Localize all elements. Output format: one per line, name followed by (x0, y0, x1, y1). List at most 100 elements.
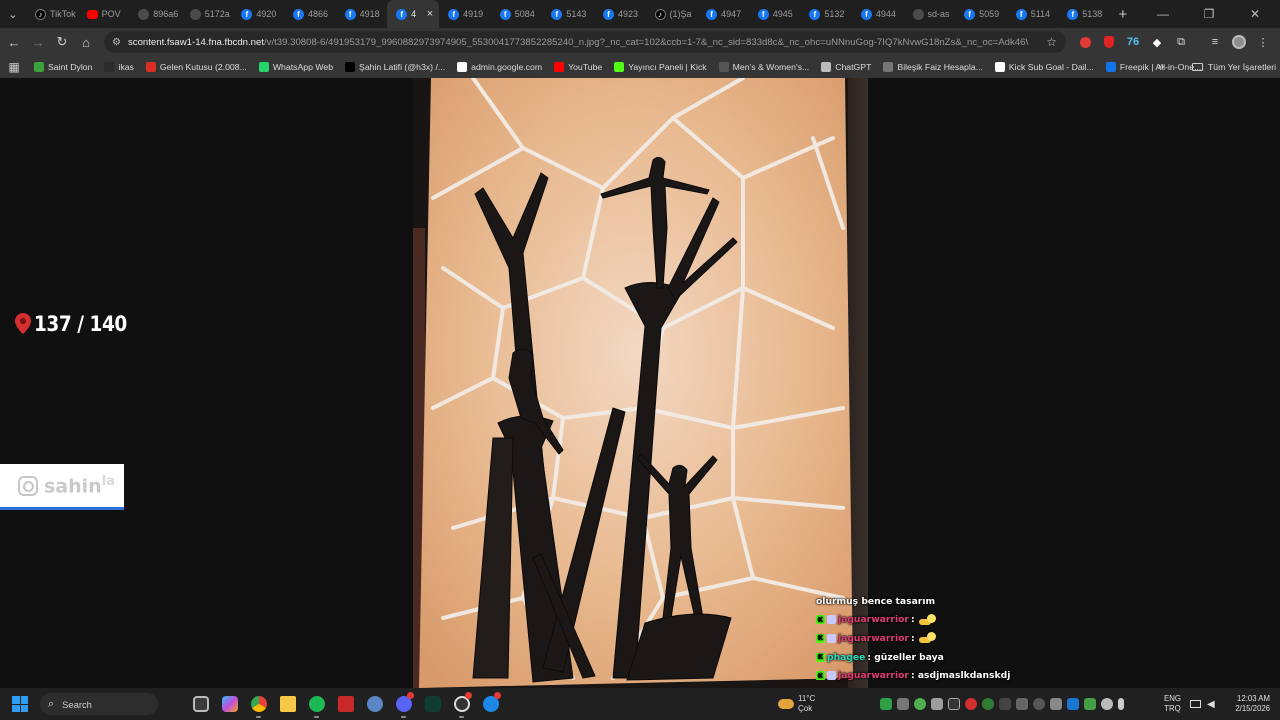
home-icon[interactable]: ⌂ (74, 30, 98, 54)
back-arrow-icon[interactable]: ← (2, 30, 26, 54)
browser-tab[interactable]: f 4944 (852, 0, 904, 28)
weather-widget[interactable]: 11°C Çok (778, 688, 815, 720)
bookmark-item[interactable]: Saint Dylon (28, 56, 98, 78)
start-button[interactable] (0, 688, 40, 720)
browser-tab[interactable]: f 5132 (800, 0, 852, 28)
url-text[interactable]: scontent.fsaw1-14.fna.fbcdn.net/v/t39.30… (128, 37, 1028, 48)
apps-grid-icon[interactable]: ▦ (0, 60, 28, 74)
app-blue-icon[interactable] (476, 688, 505, 720)
browser-tab[interactable]: f 4947 (697, 0, 749, 28)
file-explorer-icon[interactable] (273, 688, 302, 720)
task-view-icon[interactable] (186, 688, 215, 720)
bookmark-item[interactable]: Yayıncı Paneli | Kick (608, 56, 712, 78)
close-window-button[interactable]: ✕ (1232, 0, 1278, 28)
tab-title: 4944 (875, 9, 896, 19)
browser-tab[interactable]: f 4919 (439, 0, 491, 28)
tray-app-icon[interactable] (914, 698, 926, 710)
discord-icon[interactable] (389, 688, 418, 720)
tray-app-icon[interactable] (948, 698, 960, 710)
tray-app-icon[interactable] (1050, 698, 1062, 710)
forward-arrow-icon[interactable]: → (26, 30, 50, 54)
copilot-icon[interactable] (215, 688, 244, 720)
bookmark-item[interactable]: Bileşik Faiz Hesapla... (877, 56, 988, 78)
bookmark-item[interactable]: Gelen Kutusu (2.008... (140, 56, 253, 78)
tray-app-icon[interactable] (1084, 698, 1096, 710)
browser-tab[interactable]: f 4945 (749, 0, 801, 28)
profile-avatar[interactable] (1230, 33, 1248, 51)
volume-icon[interactable]: ◀ (1207, 699, 1215, 710)
address-bar[interactable]: ⚙ scontent.fsaw1-14.fna.fbcdn.net/v/t39.… (104, 31, 1066, 53)
bookmark-item[interactable]: WhatsApp Web (253, 56, 339, 78)
extension-red-icon[interactable] (1076, 33, 1094, 51)
language-indicator[interactable]: ENG TRQ (1164, 694, 1181, 714)
browser-tab[interactable]: sd-as (904, 0, 956, 28)
tray-app-icon[interactable] (897, 698, 909, 710)
chat-username[interactable]: jaguarwarrior (838, 633, 909, 644)
browser-tab[interactable]: 896a6 (129, 0, 181, 28)
tray-app-icon[interactable] (880, 698, 892, 710)
chat-username[interactable]: jaguarwarrior (838, 614, 909, 625)
browser-tab[interactable]: f 4918 (336, 0, 388, 28)
tray-app-icon[interactable] (931, 698, 943, 710)
reading-list-icon[interactable]: ≡ (1206, 33, 1224, 51)
browser-tab[interactable]: f 5114 (1007, 0, 1059, 28)
browser-tab[interactable]: f 4923 (594, 0, 646, 28)
browser-tab[interactable]: ♪ (1)Şa (646, 0, 698, 28)
browser-tab[interactable]: f 5084 (491, 0, 543, 28)
taskbar-search[interactable]: ⌕ Search (40, 693, 158, 715)
bookmark-star-icon[interactable]: ☆ (1046, 35, 1057, 49)
bookmark-item[interactable]: admin.google.com (451, 56, 548, 78)
microphone-icon[interactable] (1118, 698, 1124, 710)
spotify-icon[interactable] (302, 688, 331, 720)
browser-tab[interactable]: f 5138 (1058, 0, 1110, 28)
extension-diamond-icon[interactable]: ◆ (1148, 33, 1166, 51)
tray-app-icon[interactable] (1033, 698, 1045, 710)
terminal-icon[interactable] (418, 688, 447, 720)
maximize-button[interactable]: ❐ (1186, 0, 1232, 28)
bookmark-item[interactable]: ikas (98, 56, 139, 78)
bookmarks-overflow-icon[interactable]: » (1158, 56, 1164, 78)
bookmark-item[interactable]: Kick Sub Goal - Dail... (989, 56, 1100, 78)
tray-app-icon[interactable] (1067, 698, 1079, 710)
chat-username[interactable]: jaguarwarrior (838, 670, 909, 681)
settings-gear-icon[interactable] (360, 688, 389, 720)
extension-shield-icon[interactable] (1100, 33, 1118, 51)
facebook-icon: f (1015, 8, 1027, 20)
new-tab-button[interactable]: + (1110, 0, 1136, 28)
display-icon[interactable] (1190, 700, 1201, 708)
bookmark-item[interactable]: YouTube (548, 56, 608, 78)
bookmark-item[interactable]: Men's & Women's... (713, 56, 816, 78)
extensions-puzzle-icon[interactable]: ⧉ (1172, 33, 1190, 51)
site-info-icon[interactable]: ⚙ (112, 37, 126, 48)
tray-app-icon[interactable] (1101, 698, 1113, 710)
browser-menu-icon[interactable]: ⋮ (1254, 33, 1272, 51)
browser-tab[interactable]: f 5059 (955, 0, 1007, 28)
browser-tab[interactable]: f 5143 (542, 0, 594, 28)
bookmark-item[interactable]: ChatGPT (815, 56, 877, 78)
bookmark-item[interactable]: Şahin Latifi (@h3x) /... (339, 56, 451, 78)
browser-tab[interactable]: f 4866 (284, 0, 336, 28)
tray-app-icon[interactable] (965, 698, 977, 710)
tab-title: POV (101, 9, 121, 19)
tray-app-icon[interactable] (999, 698, 1011, 710)
reload-icon[interactable]: ↻ (50, 30, 74, 54)
minimize-button[interactable]: — (1140, 0, 1186, 28)
tray-app-icon[interactable] (982, 698, 994, 710)
tray-app-icon[interactable] (1016, 698, 1028, 710)
tab-search-chevron-icon[interactable]: ⌄ (0, 0, 26, 28)
obs-icon[interactable] (447, 688, 476, 720)
browser-tab[interactable]: ♪ TikTok (26, 0, 78, 28)
browser-tab[interactable]: POV (78, 0, 130, 28)
globe-icon (718, 62, 729, 72)
system-icons[interactable]: ◀ (1190, 688, 1215, 720)
close-tab-icon[interactable]: × (427, 8, 433, 20)
browser-tab[interactable]: 5172a (181, 0, 233, 28)
all-bookmarks-button[interactable]: Tüm Yer İşaretleri (1192, 56, 1276, 78)
capcut-icon[interactable] (331, 688, 360, 720)
extension-translate-icon[interactable]: 76 (1124, 33, 1142, 51)
browser-tab[interactable]: f 4920 (232, 0, 284, 28)
chat-username[interactable]: phagee (827, 652, 865, 663)
browser-tab[interactable]: f 4 × (387, 0, 440, 28)
chrome-icon[interactable] (244, 688, 273, 720)
clock[interactable]: 12:03 AM 2/15/2026 (1226, 694, 1270, 714)
